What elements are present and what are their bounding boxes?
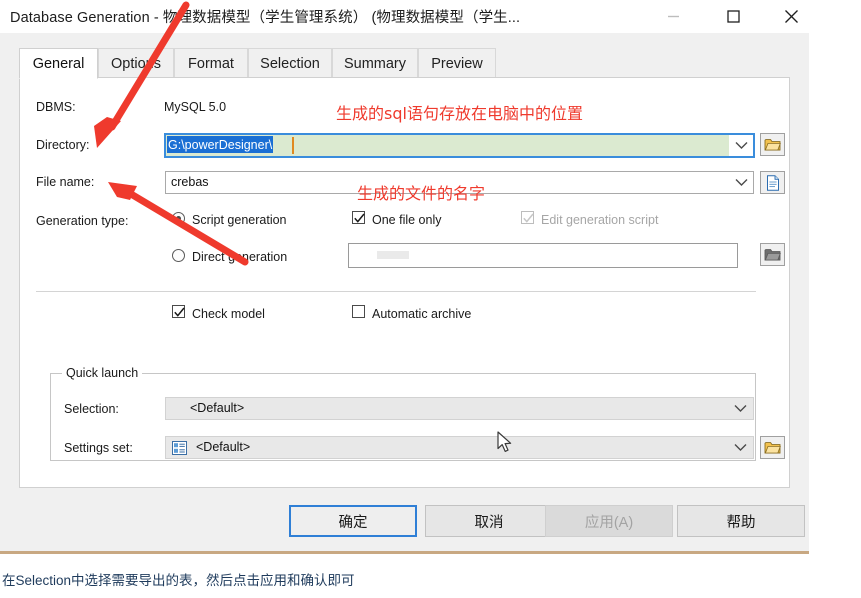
- text-caret: [292, 137, 294, 154]
- directory-combo[interactable]: G:\powerDesigner\: [164, 133, 755, 158]
- generation-type-label: Generation type:: [36, 214, 129, 228]
- settings-set-dropdown-arrow[interactable]: [727, 437, 753, 458]
- tab-format[interactable]: Format: [174, 48, 248, 78]
- generation-script-path-field[interactable]: [348, 243, 738, 268]
- checkbox-edit-generation-script[interactable]: [521, 211, 534, 224]
- minimize-button[interactable]: [650, 0, 696, 32]
- mouse-cursor: [497, 431, 512, 452]
- settings-set-browse-button[interactable]: [760, 436, 785, 459]
- chevron-down-icon: [735, 179, 747, 186]
- window-title: Database Generation - 物理数据模型（学生管理系统） (物理…: [10, 10, 521, 26]
- directory-selected-text: G:\powerDesigner\: [167, 136, 274, 153]
- check-icon: [523, 213, 534, 223]
- dbms-label: DBMS:: [36, 100, 76, 114]
- checkbox-edit-generation-script-label: Edit generation script: [541, 213, 659, 227]
- directory-browse-button[interactable]: [760, 133, 785, 156]
- settings-set-value: <Default>: [196, 440, 251, 454]
- check-icon: [174, 307, 185, 317]
- quick-launch-title: Quick launch: [62, 366, 143, 380]
- check-icon: [354, 213, 365, 223]
- page-caption: 在Selection中选择需要导出的表，然后点击应用和确认即可: [2, 573, 355, 588]
- tab-strip: General Options Format Selection Summary…: [19, 48, 790, 79]
- checkbox-check-model-label: Check model: [192, 307, 265, 321]
- minimize-icon: [667, 15, 679, 17]
- file-name-browse-button[interactable]: [760, 171, 785, 194]
- close-button[interactable]: [768, 0, 814, 32]
- section-divider: [36, 291, 756, 292]
- folder-open-icon: [764, 249, 781, 261]
- directory-dropdown-arrow[interactable]: [729, 135, 753, 156]
- tab-preview[interactable]: Preview: [418, 48, 496, 78]
- generation-script-browse-button[interactable]: [760, 243, 785, 266]
- selection-dropdown-arrow[interactable]: [727, 398, 753, 419]
- maximize-icon: [726, 9, 740, 23]
- selection-label: Selection:: [64, 402, 119, 416]
- help-button[interactable]: 帮助: [677, 505, 805, 537]
- file-name-dropdown-arrow[interactable]: [729, 172, 753, 193]
- folder-icon: [764, 139, 781, 151]
- document-icon: [766, 174, 779, 191]
- tab-general[interactable]: General: [19, 48, 98, 79]
- database-generation-dialog: Database Generation - 物理数据模型（学生管理系统） (物理…: [0, 0, 809, 554]
- settings-set-label: Settings set:: [64, 441, 133, 455]
- checkbox-automatic-archive[interactable]: [352, 305, 365, 318]
- title-bar: Database Generation - 物理数据模型（学生管理系统） (物理…: [0, 0, 809, 33]
- checkbox-automatic-archive-label: Automatic archive: [372, 307, 472, 321]
- file-name-value: crebas: [171, 175, 209, 189]
- chevron-down-icon: [734, 444, 746, 451]
- radio-direct-generation[interactable]: [172, 249, 185, 262]
- folder-icon: [764, 442, 781, 454]
- radio-script-generation[interactable]: [172, 212, 185, 225]
- radio-direct-generation-label: Direct generation: [192, 250, 288, 264]
- checkbox-one-file-only[interactable]: [352, 211, 365, 224]
- tab-options[interactable]: Options: [98, 48, 174, 78]
- checkbox-check-model[interactable]: [172, 305, 185, 318]
- settings-set-combo[interactable]: <Default>: [165, 436, 754, 459]
- annotation-directory-note: 生成的sql语句存放在电脑中的位置: [336, 104, 583, 123]
- apply-button[interactable]: 应用(A): [545, 505, 673, 537]
- radio-script-generation-label: Script generation: [192, 213, 287, 227]
- chevron-down-icon: [734, 405, 746, 412]
- directory-label: Directory:: [36, 138, 90, 152]
- dbms-value: MySQL 5.0: [164, 100, 227, 114]
- tab-summary[interactable]: Summary: [332, 48, 418, 78]
- list-settings-icon: [172, 441, 187, 458]
- file-name-label: File name:: [36, 175, 95, 189]
- selection-combo[interactable]: <Default>: [165, 397, 754, 420]
- tab-selection[interactable]: Selection: [248, 48, 332, 78]
- maximize-button[interactable]: [710, 0, 756, 32]
- general-tab-panel: DBMS: MySQL 5.0 Directory: G:\powerDesig…: [19, 77, 790, 488]
- cancel-button[interactable]: 取消: [425, 505, 553, 537]
- selection-value: <Default>: [190, 401, 245, 415]
- script-path-placeholder-block: [377, 251, 409, 259]
- close-icon: [784, 9, 798, 23]
- chevron-down-icon: [735, 142, 747, 149]
- annotation-filename-note: 生成的文件的名字: [357, 184, 486, 203]
- ok-button[interactable]: 确定: [289, 505, 417, 537]
- checkbox-one-file-only-label: One file only: [372, 213, 442, 227]
